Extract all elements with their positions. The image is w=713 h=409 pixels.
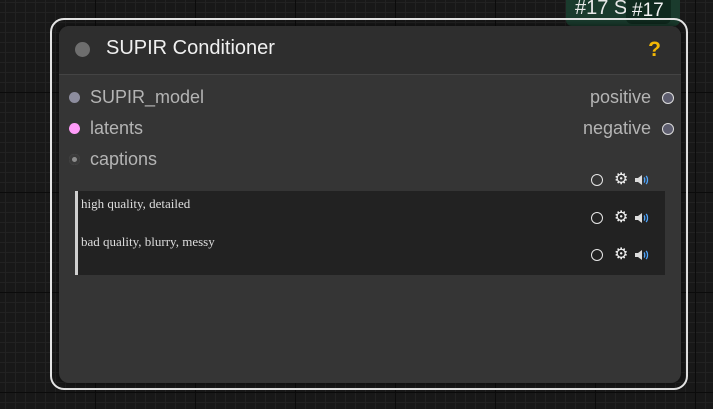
gear-icon[interactable]: ⚙	[614, 172, 628, 188]
input-dot-supir-model[interactable]	[69, 92, 80, 103]
output-slot-positive[interactable]: positive	[381, 87, 681, 107]
supir-conditioner-node[interactable]: SUPIR Conditioner ? SUPIR_model latents …	[59, 26, 681, 383]
widget-icon-row-3: ⚙	[591, 247, 650, 263]
help-icon[interactable]: ?	[648, 38, 661, 62]
output-dot-negative[interactable]	[662, 123, 674, 135]
gear-icon[interactable]: ⚙	[614, 210, 628, 226]
prompt-line-positive: high quality, detailed	[81, 196, 191, 211]
widget-icon-row-1: ⚙	[591, 172, 650, 188]
input-dot-latents[interactable]	[69, 123, 80, 134]
gear-icon[interactable]: ⚙	[614, 247, 628, 263]
node-title: SUPIR Conditioner	[106, 37, 275, 59]
output-label-negative: negative	[582, 118, 651, 138]
input-label-captions: captions	[90, 149, 158, 169]
input-slot-captions[interactable]: captions	[59, 149, 359, 169]
input-label-supir-model: SUPIR_model	[90, 87, 205, 107]
input-label-latents: latents	[90, 118, 144, 138]
circle-icon[interactable]	[591, 249, 603, 261]
output-label-positive: positive	[589, 87, 651, 107]
output-slot-negative[interactable]: negative	[381, 118, 681, 138]
speaker-icon[interactable]	[634, 211, 650, 225]
node-header[interactable]: SUPIR Conditioner ?	[59, 26, 681, 75]
prompt-line-negative: bad quality, blurry, messy	[81, 234, 215, 249]
circle-icon[interactable]	[591, 212, 603, 224]
input-dot-captions[interactable]	[69, 154, 80, 165]
circle-icon[interactable]	[591, 174, 603, 186]
prompt-text-widget[interactable]: high quality, detailed bad quality, blur…	[75, 191, 665, 275]
input-slot-latents[interactable]: latents	[59, 118, 359, 138]
input-slot-supir-model[interactable]: SUPIR_model	[59, 87, 359, 107]
speaker-icon[interactable]	[634, 248, 650, 262]
widget-icon-row-2: ⚙	[591, 210, 650, 226]
collapse-toggle[interactable]	[75, 42, 90, 57]
speaker-icon[interactable]	[634, 173, 650, 187]
output-dot-positive[interactable]	[662, 92, 674, 104]
